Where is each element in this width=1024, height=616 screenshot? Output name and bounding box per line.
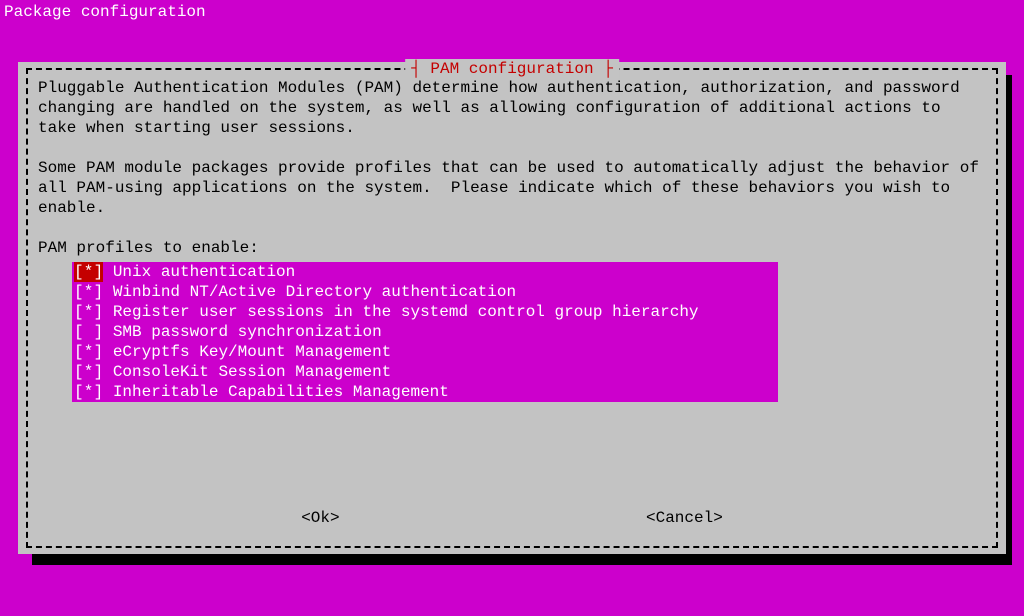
checkbox-icon: [*]	[74, 362, 103, 382]
profile-option-label: Register user sessions in the systemd co…	[103, 302, 698, 322]
profile-option-label: Unix authentication	[103, 262, 295, 282]
profile-option-label: Winbind NT/Active Directory authenticati…	[103, 282, 516, 302]
checkbox-icon: [ ]	[74, 322, 103, 342]
profile-option[interactable]: [ ] SMB password synchronization	[72, 322, 778, 342]
dialog: ┤ PAM configuration ├ Pluggable Authenti…	[18, 62, 1006, 554]
profile-option-label: Inheritable Capabilities Management	[103, 382, 449, 402]
profile-option[interactable]: [*] Inheritable Capabilities Management	[72, 382, 778, 402]
prompt-label: PAM profiles to enable:	[38, 238, 988, 258]
screen-title: Package configuration	[0, 0, 1024, 24]
checkbox-icon: [*]	[74, 342, 103, 362]
button-row: <Ok> <Cancel>	[28, 508, 996, 528]
profile-option[interactable]: [*] Register user sessions in the system…	[72, 302, 778, 322]
intro-paragraph-1: Pluggable Authentication Modules (PAM) d…	[38, 78, 988, 138]
checkbox-icon: [*]	[74, 302, 103, 322]
ok-button[interactable]: <Ok>	[301, 508, 339, 528]
blank-line	[38, 138, 988, 158]
profile-option[interactable]: [*] ConsoleKit Session Management	[72, 362, 778, 382]
cancel-button[interactable]: <Cancel>	[646, 508, 723, 528]
checkbox-icon: [*]	[74, 282, 103, 302]
checkbox-icon: [*]	[74, 382, 103, 402]
profile-option-label: eCryptfs Key/Mount Management	[103, 342, 391, 362]
dialog-frame: ┤ PAM configuration ├ Pluggable Authenti…	[26, 68, 998, 548]
profile-option[interactable]: [*] Winbind NT/Active Directory authenti…	[72, 282, 778, 302]
profile-option-label: SMB password synchronization	[103, 322, 381, 342]
blank-line	[38, 218, 988, 238]
profile-option[interactable]: [*] Unix authentication	[72, 262, 778, 282]
dialog-title: ┤ PAM configuration ├	[405, 59, 619, 79]
checkbox-icon: [*]	[74, 262, 103, 282]
profile-option-label: ConsoleKit Session Management	[103, 362, 391, 382]
profiles-list: [*] Unix authentication[*] Winbind NT/Ac…	[72, 262, 778, 402]
intro-paragraph-2: Some PAM module packages provide profile…	[38, 158, 988, 218]
profile-option[interactable]: [*] eCryptfs Key/Mount Management	[72, 342, 778, 362]
